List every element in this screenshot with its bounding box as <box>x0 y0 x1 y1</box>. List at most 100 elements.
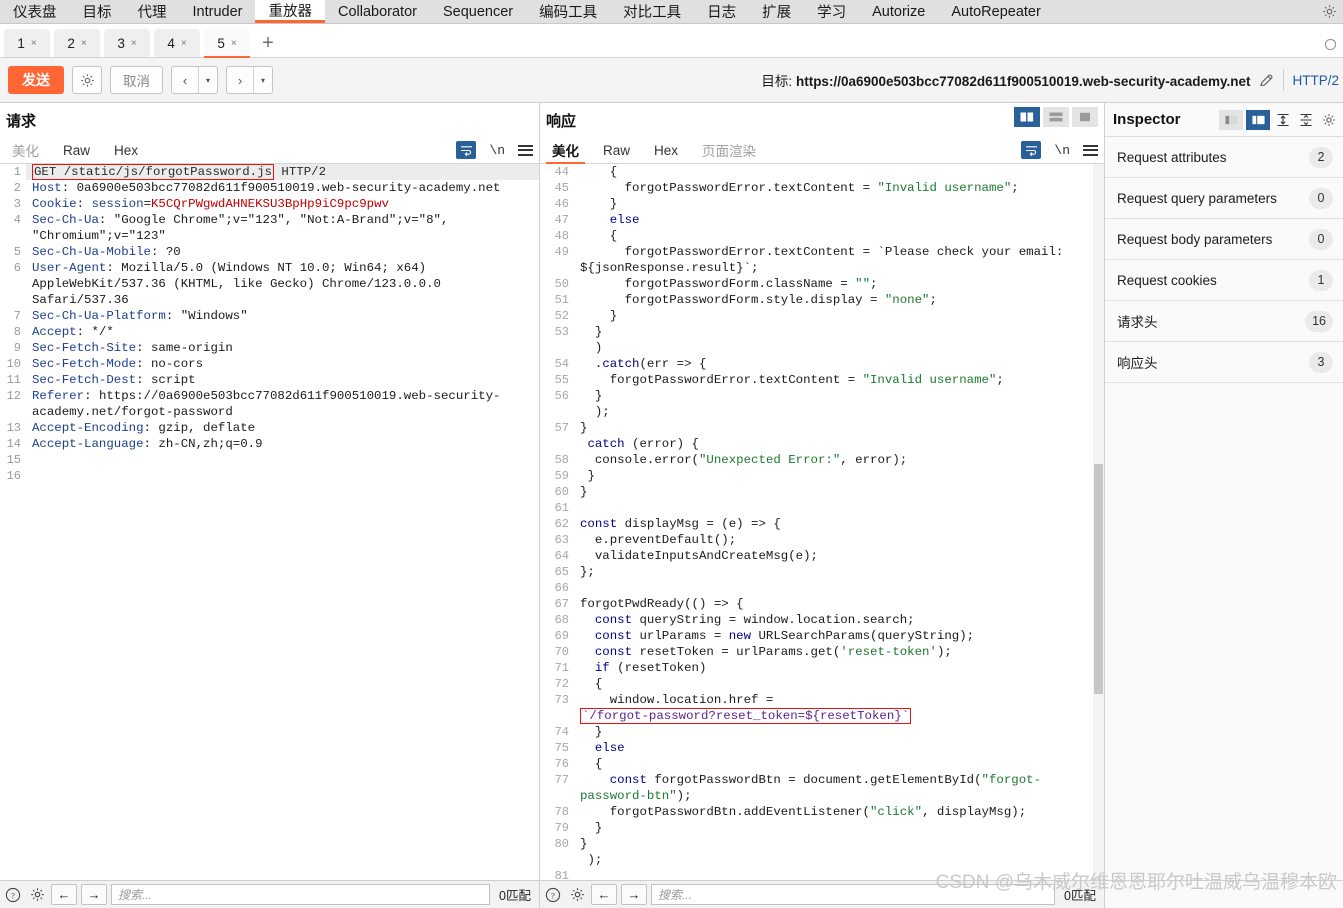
request-line: 12 Referer: https://0a6900e503bcc77082d61… <box>0 388 539 420</box>
inspector-row-1[interactable]: Request query parameters 0 <box>1105 178 1343 219</box>
request-line: 15 <box>0 452 539 468</box>
response-line: 64 validateInputsAndCreateMsg(e); <box>540 548 1104 564</box>
main-menu-tab-7[interactable]: 编码工具 <box>526 0 610 23</box>
code-token: "Invalid username" <box>877 181 1012 195</box>
main-menu-tab-1[interactable]: 目标 <box>70 0 125 23</box>
back-dropdown-caret-icon: ▾ <box>205 75 210 85</box>
newline-icon[interactable]: \n <box>489 143 505 158</box>
main-menu-tab-3[interactable]: Intruder <box>180 0 256 23</box>
scrollbar-thumb[interactable] <box>1094 464 1103 694</box>
main-menu-tab-9[interactable]: 日志 <box>694 0 749 23</box>
main-menu-tab-5[interactable]: Collaborator <box>325 0 430 23</box>
response-scrollbar[interactable] <box>1093 164 1104 880</box>
main-menu-tab-0[interactable]: 仪表盘 <box>0 0 70 23</box>
main-menu-tab-11[interactable]: 学习 <box>804 0 859 23</box>
search-settings-gear-icon[interactable] <box>567 885 587 905</box>
close-icon[interactable]: × <box>81 38 87 49</box>
main-menu-tab-12[interactable]: Autorize <box>859 0 938 23</box>
request-subtab-美化[interactable]: 美化 <box>0 137 51 163</box>
layout-left-icon[interactable] <box>1219 109 1243 130</box>
repeater-tab-2[interactable]: 2 × <box>54 29 100 57</box>
collapse-all-icon[interactable] <box>1296 113 1316 127</box>
close-icon[interactable]: × <box>131 38 137 49</box>
history-back-button[interactable]: ‹ ▾ <box>171 66 218 94</box>
layout-right-icon[interactable] <box>1246 109 1270 130</box>
word-wrap-icon[interactable] <box>456 141 477 159</box>
line-number: 77 <box>554 773 569 787</box>
request-menu-icon[interactable] <box>518 144 533 156</box>
code-token: URLSearchParams(queryString); <box>751 629 975 643</box>
inspector-row-4[interactable]: 请求头 16 <box>1105 301 1343 342</box>
inspector-row-0[interactable]: Request attributes 2 <box>1105 137 1343 178</box>
request-search-input[interactable]: 搜索... <box>111 884 491 905</box>
history-forward-button[interactable]: › ▾ <box>226 66 273 94</box>
stacked-view-icon[interactable] <box>1043 107 1069 127</box>
inspector-row-count-badge: 1 <box>1309 269 1333 291</box>
inspector-row-3[interactable]: Request cookies 1 <box>1105 260 1343 301</box>
add-tab-button[interactable]: + <box>254 29 282 57</box>
help-icon[interactable]: ? <box>3 885 23 905</box>
response-menu-icon[interactable] <box>1083 144 1098 156</box>
response-line: 45 forgotPasswordError.textContent = "In… <box>540 180 1104 196</box>
repeater-tab-label: 2 <box>67 35 75 51</box>
request-line: 3 Cookie: session=K5CQrPWgwdAHNEKSU3BpHp9… <box>0 196 539 212</box>
repeater-tab-4[interactable]: 4 × <box>154 29 200 57</box>
edit-target-pencil-icon[interactable] <box>1258 72 1275 89</box>
response-subtab-页面渲染[interactable]: 页面渲染 <box>690 137 768 163</box>
code-token: urlParams = <box>632 629 729 643</box>
inspector-rows: Request attributes 2 Request query paramet… <box>1105 137 1343 383</box>
line-number: 54 <box>554 357 569 371</box>
request-subtab-Raw[interactable]: Raw <box>51 137 102 163</box>
request-editor[interactable]: 1 GET /static/js/forgotPassword.js HTTP/2… <box>0 164 539 880</box>
response-subtab-Hex[interactable]: Hex <box>642 137 690 163</box>
single-view-icon[interactable] <box>1072 107 1098 127</box>
expand-all-icon[interactable] <box>1273 113 1293 127</box>
response-subtab-Raw[interactable]: Raw <box>591 137 642 163</box>
inspector-row-2[interactable]: Request body parameters 0 <box>1105 219 1343 260</box>
request-settings-gear-icon[interactable] <box>72 66 102 94</box>
response-search-input[interactable]: 搜索... <box>651 884 1056 905</box>
search-next-button[interactable]: → <box>81 884 107 905</box>
settings-gear-icon[interactable] <box>1315 0 1343 23</box>
response-line: 68 const queryString = window.location.s… <box>540 612 1104 628</box>
code-token: forgotPwdReady(() => { <box>580 597 744 611</box>
main-menu-tab-2[interactable]: 代理 <box>125 0 180 23</box>
close-icon[interactable]: × <box>31 38 37 49</box>
main-menu-tab-8[interactable]: 对比工具 <box>610 0 694 23</box>
main-menu-tab-13[interactable]: AutoRepeater <box>938 0 1053 23</box>
line-number: 49 <box>554 245 569 259</box>
repeater-tab-1[interactable]: 1 × <box>4 29 50 57</box>
close-icon[interactable]: × <box>231 38 237 49</box>
main-menu-tab-6[interactable]: Sequencer <box>430 0 526 23</box>
repeater-tab-5[interactable]: 5 × <box>204 29 250 58</box>
word-wrap-icon[interactable] <box>1021 141 1042 159</box>
line-number: 71 <box>554 661 569 675</box>
protocol-label: HTTP/2 <box>1292 72 1339 88</box>
main-menu-tab-4[interactable]: 重放器 <box>255 0 325 23</box>
line-number: 47 <box>554 213 569 227</box>
help-icon[interactable]: ? <box>543 885 563 905</box>
inspector-row-count-badge: 3 <box>1309 351 1333 373</box>
search-settings-gear-icon[interactable] <box>27 885 47 905</box>
send-button[interactable]: 发送 <box>8 66 64 94</box>
search-next-button[interactable]: → <box>621 884 647 905</box>
search-prev-button[interactable]: ← <box>591 884 617 905</box>
main-menu-tab-10[interactable]: 扩展 <box>749 0 804 23</box>
inspector-row-label: Request cookies <box>1117 272 1217 288</box>
tabrow-overflow-icon[interactable] <box>1324 38 1337 51</box>
search-prev-button[interactable]: ← <box>51 884 77 905</box>
response-line-content: } <box>574 484 1104 500</box>
repeater-tab-label: 5 <box>217 35 225 51</box>
repeater-tab-3[interactable]: 3 × <box>104 29 150 57</box>
split-view-icon[interactable] <box>1014 107 1040 127</box>
response-line: 47 else <box>540 212 1104 228</box>
response-editor[interactable]: 44 {45 forgotPasswordError.textContent =… <box>540 164 1104 880</box>
response-line-content: else <box>574 212 1104 228</box>
request-subtab-Hex[interactable]: Hex <box>102 137 150 163</box>
inspector-row-5[interactable]: 响应头 3 <box>1105 342 1343 383</box>
cancel-button[interactable]: 取消 <box>110 66 163 94</box>
response-subtab-美化[interactable]: 美化 <box>540 137 591 164</box>
close-icon[interactable]: × <box>181 38 187 49</box>
newline-icon[interactable]: \n <box>1054 143 1070 158</box>
inspector-gear-icon[interactable] <box>1319 113 1339 127</box>
